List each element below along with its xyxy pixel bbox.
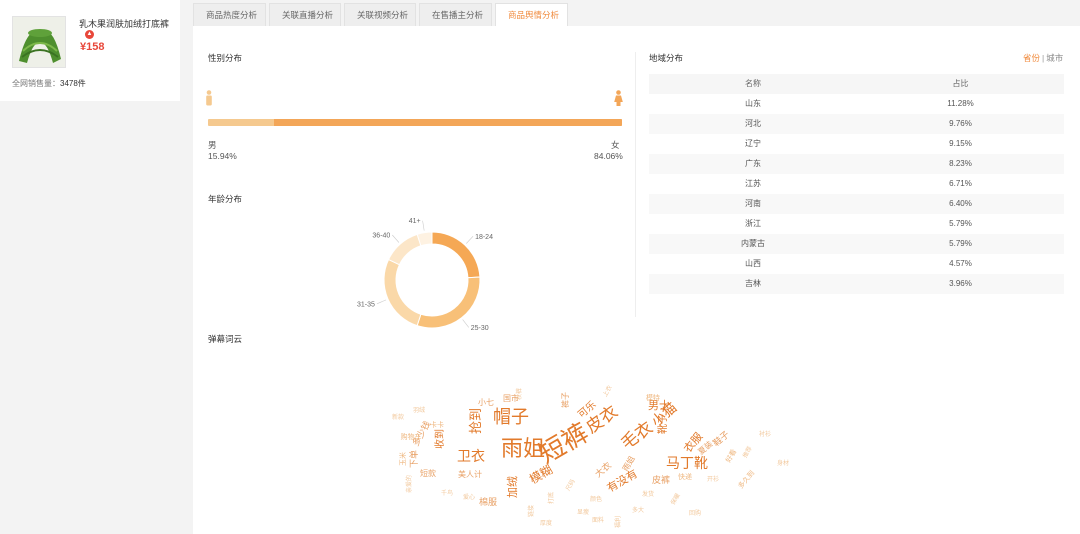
sales-label: 全网销售量： (12, 79, 60, 88)
cloud-word: 大衣 (592, 459, 614, 480)
cloud-word: 链接 (527, 505, 535, 517)
cloud-word: 模特 (646, 393, 660, 402)
cloud-word: 购物车 (401, 432, 422, 441)
tab-product-sentiment[interactable]: 商品舆情分析 (495, 3, 568, 26)
cloud-word: 多大 (632, 506, 644, 514)
cloud-word: 多久到 (736, 468, 756, 490)
cloud-word: 靴子 (656, 414, 669, 434)
cloud-word: 收到 (433, 429, 446, 449)
cloud-word: 短款 (420, 468, 436, 478)
product-image-icon (13, 17, 65, 67)
cloud-word: 开衫 (707, 475, 719, 483)
cloud-word: 美人计 (458, 469, 482, 479)
cloud-word: 显瘦 (577, 508, 589, 516)
cloud-word: 千鸟 (441, 489, 453, 497)
tab-product-heat[interactable]: 商品热度分析 (193, 3, 266, 26)
tab-selling-streamers[interactable]: 在售播主分析 (419, 3, 492, 26)
cloud-word: 厚度 (540, 519, 552, 527)
cloud-word: 衬衫 (759, 430, 771, 438)
cloud-word: 秋裤 (515, 388, 523, 400)
cloud-word: 马丁靴 (666, 456, 708, 472)
cloud-word: 保暖 (669, 492, 682, 506)
cloud-word: 颜色 (590, 495, 602, 503)
danmaku-word-cloud: 雨姐短裤帽子 皮衣毛衣小猫马丁靴卫衣抢到模糊 有没有衣服男士加绒收到可乐靴子皮裤多少… (392, 384, 789, 528)
product-price: ¥158 (80, 41, 105, 53)
sales-value: 3478件 (60, 79, 86, 88)
product-thumbnail[interactable] (12, 16, 66, 68)
cloud-word: 棉服 (479, 496, 497, 508)
cloud-word: 卡卡 (430, 420, 444, 429)
cloud-word: 帽子 (493, 407, 529, 428)
analysis-tabs: 商品热度分析 关联直播分析 关联视频分析 在售播主分析 商品舆情分析 (193, 3, 571, 26)
cloud-word: 卫衣 (457, 449, 485, 465)
cloud-word: 回购 (689, 509, 701, 517)
sentiment-panel: 性别分布 男 15.94% 女 84.06% 年龄分布 18-24 25-30 31… (193, 26, 1080, 534)
tab-related-video[interactable]: 关联视频分析 (344, 3, 416, 26)
product-sales: 全网销售量：3478件 (12, 78, 86, 89)
cloud-word: 面料 (592, 516, 604, 524)
cloud-word: 毛衣 (617, 418, 656, 454)
cloud-word: 皮裤 (652, 474, 670, 486)
cloud-word: 打底 (547, 492, 555, 504)
cloud-word: 身材 (777, 459, 789, 467)
cloud-word: 上衣 (601, 384, 614, 398)
cloud-word: 尺码 (564, 478, 577, 492)
cloud-word: 新款 (392, 413, 404, 421)
cloud-word: 加绒 (506, 476, 519, 498)
cloud-word: 好看 (723, 447, 738, 464)
tab-related-live[interactable]: 关联直播分析 (269, 3, 341, 26)
product-card[interactable]: 乳木果润肤加绒打底裤 ▲ ¥158 全网销售量：3478件 (0, 0, 180, 101)
cloud-word: 推荐 (741, 445, 754, 459)
cloud-word: 羽绒 (413, 406, 425, 414)
hot-flame-icon: ▲ (85, 30, 94, 39)
cloud-word: 玉米 (398, 452, 407, 466)
cloud-word: 下单 (408, 450, 420, 468)
cloud-word: 小七 (478, 398, 494, 407)
cloud-word: 快递 (678, 472, 692, 481)
app-root: 乳木果润肤加绒打底裤 ▲ ¥158 全网销售量：3478件 商品热度分析 关联直… (0, 0, 1080, 534)
product-name[interactable]: 乳木果润肤加绒打底裤 (79, 17, 169, 30)
cloud-word: 发货 (642, 490, 654, 498)
cloud-word: 爱心 (463, 493, 475, 501)
cloud-word: 裤子 (560, 392, 570, 408)
cloud-word: 抢到 (468, 408, 484, 434)
cloud-word: 福利 (614, 516, 622, 528)
cloud-word: 亲爱的 (405, 475, 413, 493)
